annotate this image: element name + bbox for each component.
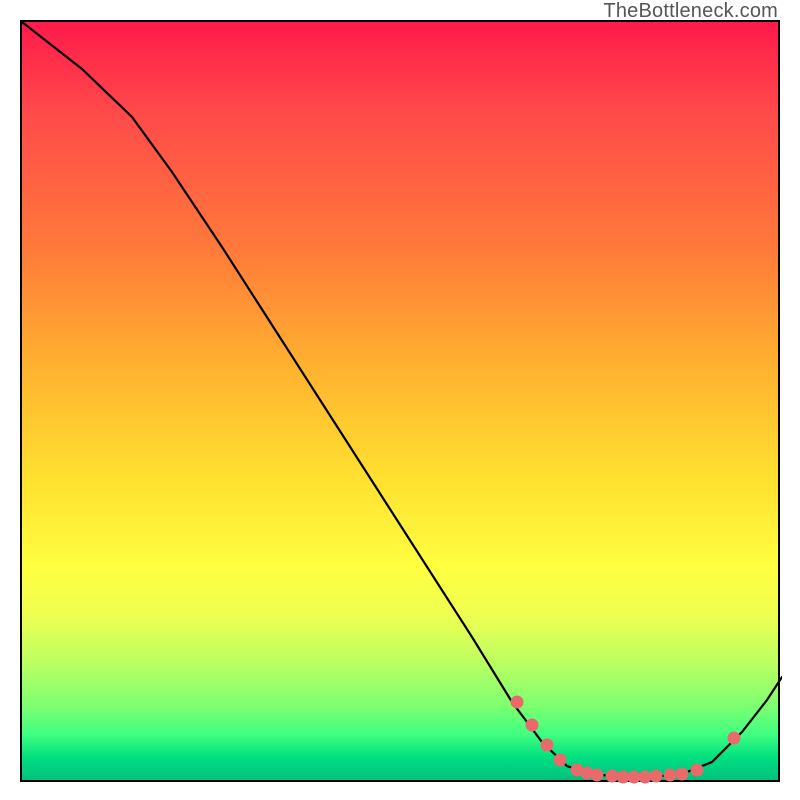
chart-svg: [22, 22, 782, 784]
data-marker: [639, 771, 652, 784]
curve-markers: [511, 696, 741, 784]
data-marker: [591, 769, 604, 782]
data-marker: [650, 770, 663, 783]
data-marker: [541, 739, 554, 752]
data-marker: [728, 732, 741, 745]
plot-area: [20, 20, 780, 782]
data-marker: [606, 770, 619, 783]
data-marker: [526, 719, 539, 732]
data-marker: [676, 768, 689, 781]
data-marker: [691, 764, 704, 777]
data-marker: [511, 696, 524, 709]
data-marker: [664, 769, 677, 782]
chart-container: TheBottleneck.com: [0, 0, 800, 800]
curve-line: [22, 22, 782, 777]
data-marker: [554, 754, 567, 767]
